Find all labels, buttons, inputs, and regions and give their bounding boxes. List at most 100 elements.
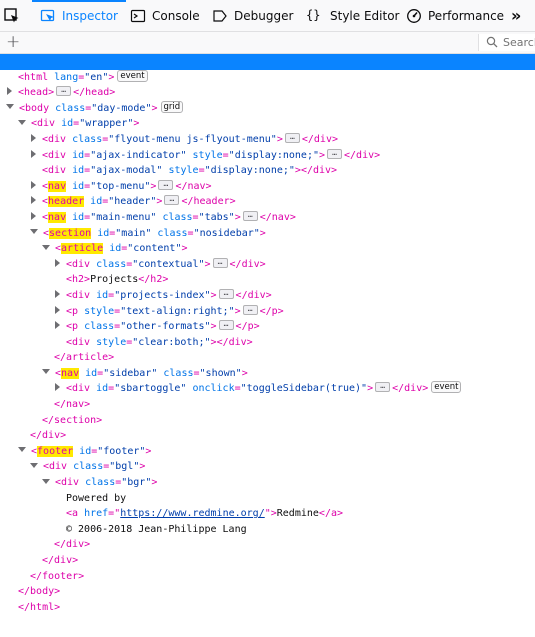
- markup-node[interactable]: <div class="contextual">… </div>: [0, 257, 535, 273]
- markup-token: </a>: [318, 508, 344, 520]
- markup-node[interactable]: </div>: [0, 428, 535, 444]
- expand-arrow-icon[interactable]: [31, 196, 36, 205]
- markup-node[interactable]: <div class="bgl">: [0, 459, 535, 475]
- markup-node[interactable]: <article id="content">: [0, 241, 535, 257]
- markup-token: "footer": [97, 445, 146, 457]
- markup-node[interactable]: </html>: [0, 600, 535, 616]
- expand-ellipsis-button[interactable]: …: [212, 257, 228, 268]
- expand-arrow-icon[interactable]: [55, 321, 60, 330]
- expand-arrow-icon[interactable]: [31, 149, 36, 158]
- markup-node[interactable]: <head>… </head>: [0, 85, 535, 101]
- markup-node[interactable]: <footer id="footer">: [0, 444, 535, 460]
- collapse-arrow-icon[interactable]: [30, 229, 38, 235]
- markup-node[interactable]: <a href="https://www.redmine.org/">Redmi…: [0, 506, 535, 522]
- markup-token: </div>: [301, 133, 338, 145]
- markup-node[interactable]: </div>: [0, 537, 535, 553]
- tab-inspector[interactable]: Inspector: [32, 0, 126, 33]
- event-badge[interactable]: event: [117, 69, 148, 82]
- markup-node[interactable]: </section>: [0, 413, 535, 429]
- expand-arrow-icon[interactable]: [55, 305, 60, 314]
- expand-ellipsis-button[interactable]: …: [158, 179, 174, 190]
- add-node-button[interactable]: +: [6, 32, 20, 52]
- expand-ellipsis-button[interactable]: …: [375, 382, 391, 393]
- markup-token: id: [103, 243, 122, 255]
- collapse-arrow-icon[interactable]: [30, 462, 38, 468]
- expand-arrow-icon[interactable]: [55, 383, 60, 392]
- markup-node[interactable]: <h2>Projects</h2>: [0, 272, 535, 288]
- collapse-arrow-icon[interactable]: [42, 244, 50, 250]
- collapse-arrow-icon[interactable]: [18, 119, 26, 125]
- markup-node[interactable]: <div id="projects-index">… </div>: [0, 288, 535, 304]
- tab-style-editor[interactable]: {} Style Editor: [306, 0, 399, 32]
- expand-arrow-icon[interactable]: [31, 133, 36, 142]
- tab-label: Performance: [428, 9, 505, 23]
- markup-token: nav: [48, 211, 67, 223]
- markup-token: id: [66, 149, 85, 161]
- expand-arrow-icon[interactable]: [55, 258, 60, 267]
- tab-debugger[interactable]: Debugger: [212, 0, 293, 32]
- markup-token: class: [157, 367, 194, 379]
- markup-node[interactable]: <div id="wrapper">: [0, 116, 535, 132]
- markup-token: >: [318, 149, 326, 161]
- collapse-arrow-icon[interactable]: [6, 104, 14, 110]
- markup-node[interactable]: <div style="clear:both;"></div>: [0, 335, 535, 351]
- search-html-input[interactable]: Search: [478, 34, 535, 51]
- expand-arrow-icon[interactable]: [31, 211, 36, 220]
- markup-node[interactable]: </nav>: [0, 397, 535, 413]
- grid-badge[interactable]: grid: [160, 100, 184, 113]
- markup-node[interactable]: <header id="header">… </header>: [0, 194, 535, 210]
- markup-token: "clear:both;": [132, 336, 211, 348]
- markup-node[interactable]: <p class="other-formats">… </p>: [0, 319, 535, 335]
- event-badge[interactable]: event: [431, 381, 462, 394]
- markup-node[interactable]: </footer>: [0, 569, 535, 585]
- markup-token: class: [49, 102, 86, 114]
- expand-arrow-icon[interactable]: [7, 87, 12, 96]
- tab-console[interactable]: Console: [130, 0, 200, 32]
- markup-token: html: [24, 71, 49, 83]
- collapse-arrow-icon[interactable]: [42, 369, 50, 375]
- markup-node[interactable]: <div class="bgr">: [0, 475, 535, 491]
- markup-node[interactable]: </article>: [0, 350, 535, 366]
- expand-arrow-icon[interactable]: [55, 289, 60, 298]
- markup-token: id: [66, 180, 85, 192]
- markup-node[interactable]: <html lang="en"> event: [0, 69, 535, 86]
- markup-node[interactable]: <nav id="top-menu">… </nav>: [0, 179, 535, 195]
- markup-token: </body>: [18, 586, 61, 598]
- markup-node[interactable]: <div class="flyout-menu js-flyout-menu">…: [0, 132, 535, 148]
- markup-node[interactable]: <section id="main" class="nosidebar">: [0, 226, 535, 242]
- markup-node[interactable]: </div>: [0, 553, 535, 569]
- tab-overflow-chevron-icon[interactable]: »: [511, 6, 521, 25]
- markup-node[interactable]: <p style="text-align:right;">… </p>: [0, 304, 535, 320]
- markup-node[interactable]: <nav id="main-menu" class="tabs">… </nav>: [0, 210, 535, 226]
- markup-node[interactable]: <div id="ajax-modal" style="display:none…: [0, 163, 535, 179]
- markup-token: >: [108, 71, 115, 83]
- markup-node[interactable]: <div id="sbartoggle" onclick="toggleSide…: [0, 381, 535, 397]
- markup-node[interactable]: Powered by: [0, 491, 535, 507]
- markup-node[interactable]: </body>: [0, 584, 535, 600]
- markup-node[interactable]: <nav id="sidebar" class="shown">: [0, 366, 535, 382]
- tab-performance[interactable]: Performance: [406, 0, 504, 32]
- collapse-arrow-icon[interactable]: [18, 447, 26, 453]
- expand-ellipsis-button[interactable]: …: [56, 86, 72, 97]
- collapse-arrow-icon[interactable]: [42, 478, 50, 484]
- expand-ellipsis-button[interactable]: …: [242, 210, 258, 221]
- markup-token: </head>: [73, 87, 116, 99]
- markup-token: </div>: [229, 258, 266, 270]
- markup-token: "shown": [199, 367, 242, 379]
- markup-node[interactable]: <body class="day-mode"> grid: [0, 100, 535, 117]
- expand-ellipsis-button[interactable]: …: [218, 288, 234, 299]
- expand-ellipsis-button[interactable]: …: [242, 304, 258, 315]
- expand-ellipsis-button[interactable]: …: [284, 132, 300, 143]
- expand-ellipsis-button[interactable]: …: [327, 148, 343, 159]
- element-picker-icon[interactable]: [3, 7, 21, 25]
- markup-token: "header": [108, 196, 157, 208]
- markup-node[interactable]: <div id="ajax-indicator" style="display:…: [0, 148, 535, 164]
- markup-token: >: [367, 383, 374, 395]
- expand-arrow-icon[interactable]: [31, 180, 36, 189]
- href-link[interactable]: https://www.redmine.org/: [120, 508, 265, 519]
- doctype-node[interactable]: <!DOCTYPE html>: [0, 54, 535, 83]
- markup-node[interactable]: © 2006-2018 Jean-Philippe Lang: [0, 522, 535, 538]
- expand-ellipsis-button[interactable]: …: [218, 320, 234, 331]
- markup-token: </section>: [42, 414, 103, 426]
- expand-ellipsis-button[interactable]: …: [164, 195, 180, 206]
